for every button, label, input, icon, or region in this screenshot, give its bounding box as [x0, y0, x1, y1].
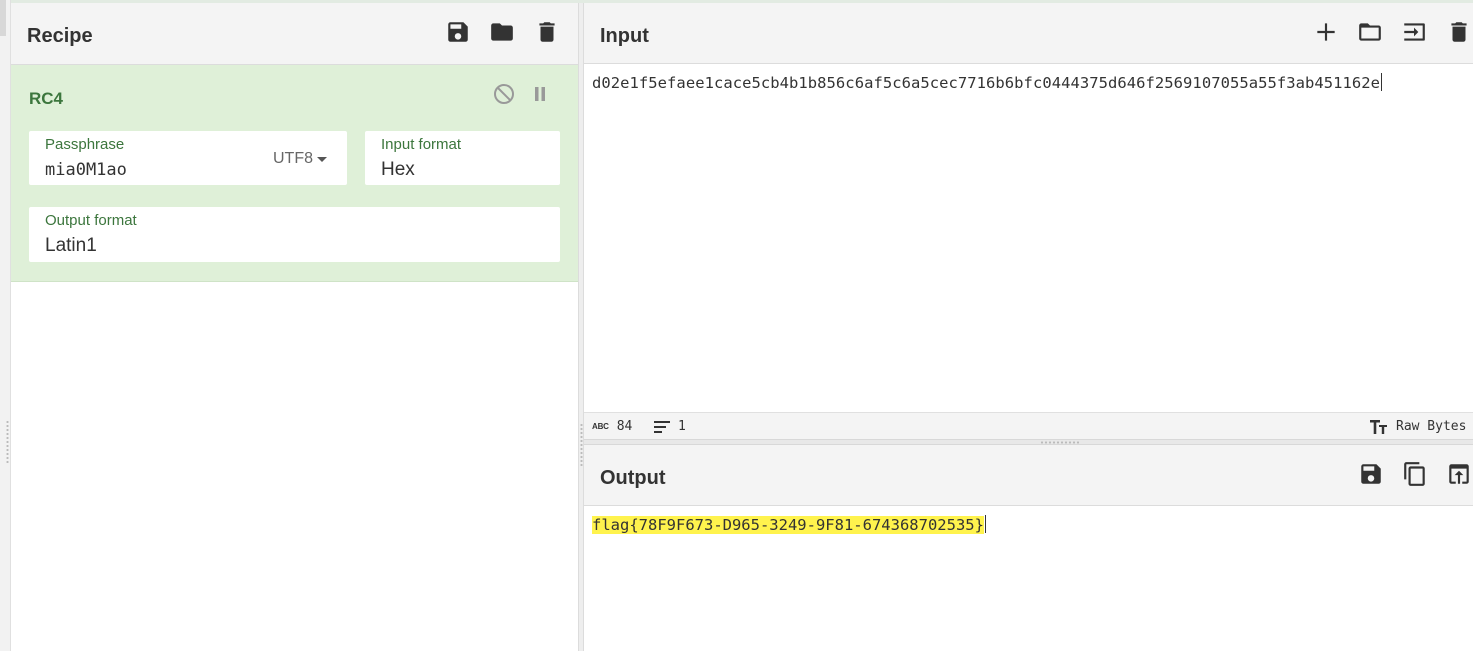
input-lines-stat: 1 — [654, 419, 686, 434]
load-input-button[interactable] — [1400, 18, 1428, 46]
save-output-button[interactable] — [1357, 460, 1385, 488]
trash-icon — [539, 22, 555, 42]
lines-icon — [654, 420, 670, 433]
output-format-select[interactable]: Latin1 — [45, 235, 97, 257]
operations-gutter[interactable] — [0, 0, 11, 651]
divider-grip[interactable] — [580, 423, 583, 467]
copy-output-button[interactable] — [1401, 460, 1429, 488]
output-header: Output — [584, 445, 1473, 506]
load-recipe-button[interactable] — [488, 18, 516, 46]
input-text: d02e1f5efaee1cace5cb4b1b856c6af5c6a5cec7… — [592, 74, 1381, 92]
trash-icon — [1451, 22, 1467, 42]
folder-open-icon — [1359, 23, 1381, 41]
io-divider-grip[interactable] — [1040, 441, 1080, 444]
input-format-field[interactable]: Input format Hex — [365, 131, 560, 185]
output-textarea[interactable]: flag{78F9F673-D965-3249-9F81-67436870253… — [592, 515, 986, 534]
recipe-panel: Recipe RC4 Passphrase mia0M1ao UTF8 Inpu… — [11, 3, 578, 651]
abc-icon: ABC — [592, 422, 609, 431]
input-format-label: Input format — [381, 136, 462, 153]
operation-name: RC4 — [29, 89, 64, 108]
load-icon — [1404, 23, 1425, 41]
passphrase-field[interactable]: Passphrase mia0M1ao UTF8 — [29, 131, 347, 185]
input-header: Input — [584, 3, 1473, 64]
output-text: flag{78F9F673-D965-3249-9F81-67436870253… — [592, 516, 984, 534]
replace-input-button[interactable] — [1445, 460, 1473, 488]
input-length: 84 — [616, 419, 633, 434]
output-cursor — [984, 515, 986, 533]
input-format-select[interactable]: Hex — [381, 159, 415, 181]
text-format-icon — [1370, 419, 1387, 434]
replace-input-icon — [1449, 464, 1469, 484]
gutter-scroll-nub[interactable] — [0, 0, 6, 36]
open-input-file-button[interactable] — [1356, 18, 1384, 46]
input-encoding: Raw Bytes — [1396, 419, 1467, 434]
save-icon — [1361, 464, 1381, 484]
passphrase-label: Passphrase — [45, 136, 125, 153]
input-encoding-button[interactable]: Raw Bytes — [1370, 419, 1466, 434]
save-icon — [448, 22, 468, 42]
folder-icon — [491, 23, 513, 41]
gutter-resize-grip[interactable] — [6, 420, 9, 464]
passphrase-encoding-dropdown[interactable]: UTF8 — [273, 150, 327, 168]
recipe-header: Recipe — [11, 3, 578, 65]
output-title: Output — [600, 467, 666, 489]
output-format-label: Output format — [45, 212, 137, 229]
input-status-bar: ABC 84 1 Raw Bytes — [584, 412, 1473, 439]
input-panel: Input d02e1f5efaee1cace5cb4b1b856c6af5c6… — [584, 3, 1473, 439]
disable-operation-button[interactable] — [491, 81, 517, 107]
copy-icon — [1404, 462, 1425, 486]
recipe-title: Recipe — [27, 25, 93, 47]
clear-input-button[interactable] — [1445, 18, 1473, 46]
input-title: Input — [600, 25, 649, 47]
save-recipe-button[interactable] — [444, 18, 472, 46]
output-format-field[interactable]: Output format Latin1 — [29, 207, 560, 262]
rc4-operation[interactable]: RC4 Passphrase mia0M1ao UTF8 Input forma… — [11, 65, 578, 282]
input-length-stat: ABC 84 — [592, 419, 632, 434]
disable-icon — [494, 84, 514, 104]
passphrase-input[interactable]: mia0M1ao — [45, 160, 127, 180]
text-cursor — [1381, 73, 1383, 91]
plus-icon — [1317, 23, 1335, 41]
encoding-value: UTF8 — [273, 150, 313, 167]
output-panel: Output flag{78F9F673-D965-3249-9F81-6743… — [584, 445, 1473, 651]
add-input-tab-button[interactable] — [1312, 18, 1340, 46]
input-textarea[interactable]: d02e1f5efaee1cace5cb4b1b856c6af5c6a5cec7… — [592, 73, 1383, 92]
clear-recipe-button[interactable] — [533, 18, 561, 46]
pause-icon — [535, 87, 545, 101]
pause-operation-button[interactable] — [527, 81, 553, 107]
input-lines: 1 — [678, 419, 686, 434]
cyberchef-app: Recipe RC4 Passphrase mia0M1ao UTF8 Inpu… — [0, 0, 1473, 651]
caret-down-icon — [317, 157, 327, 162]
